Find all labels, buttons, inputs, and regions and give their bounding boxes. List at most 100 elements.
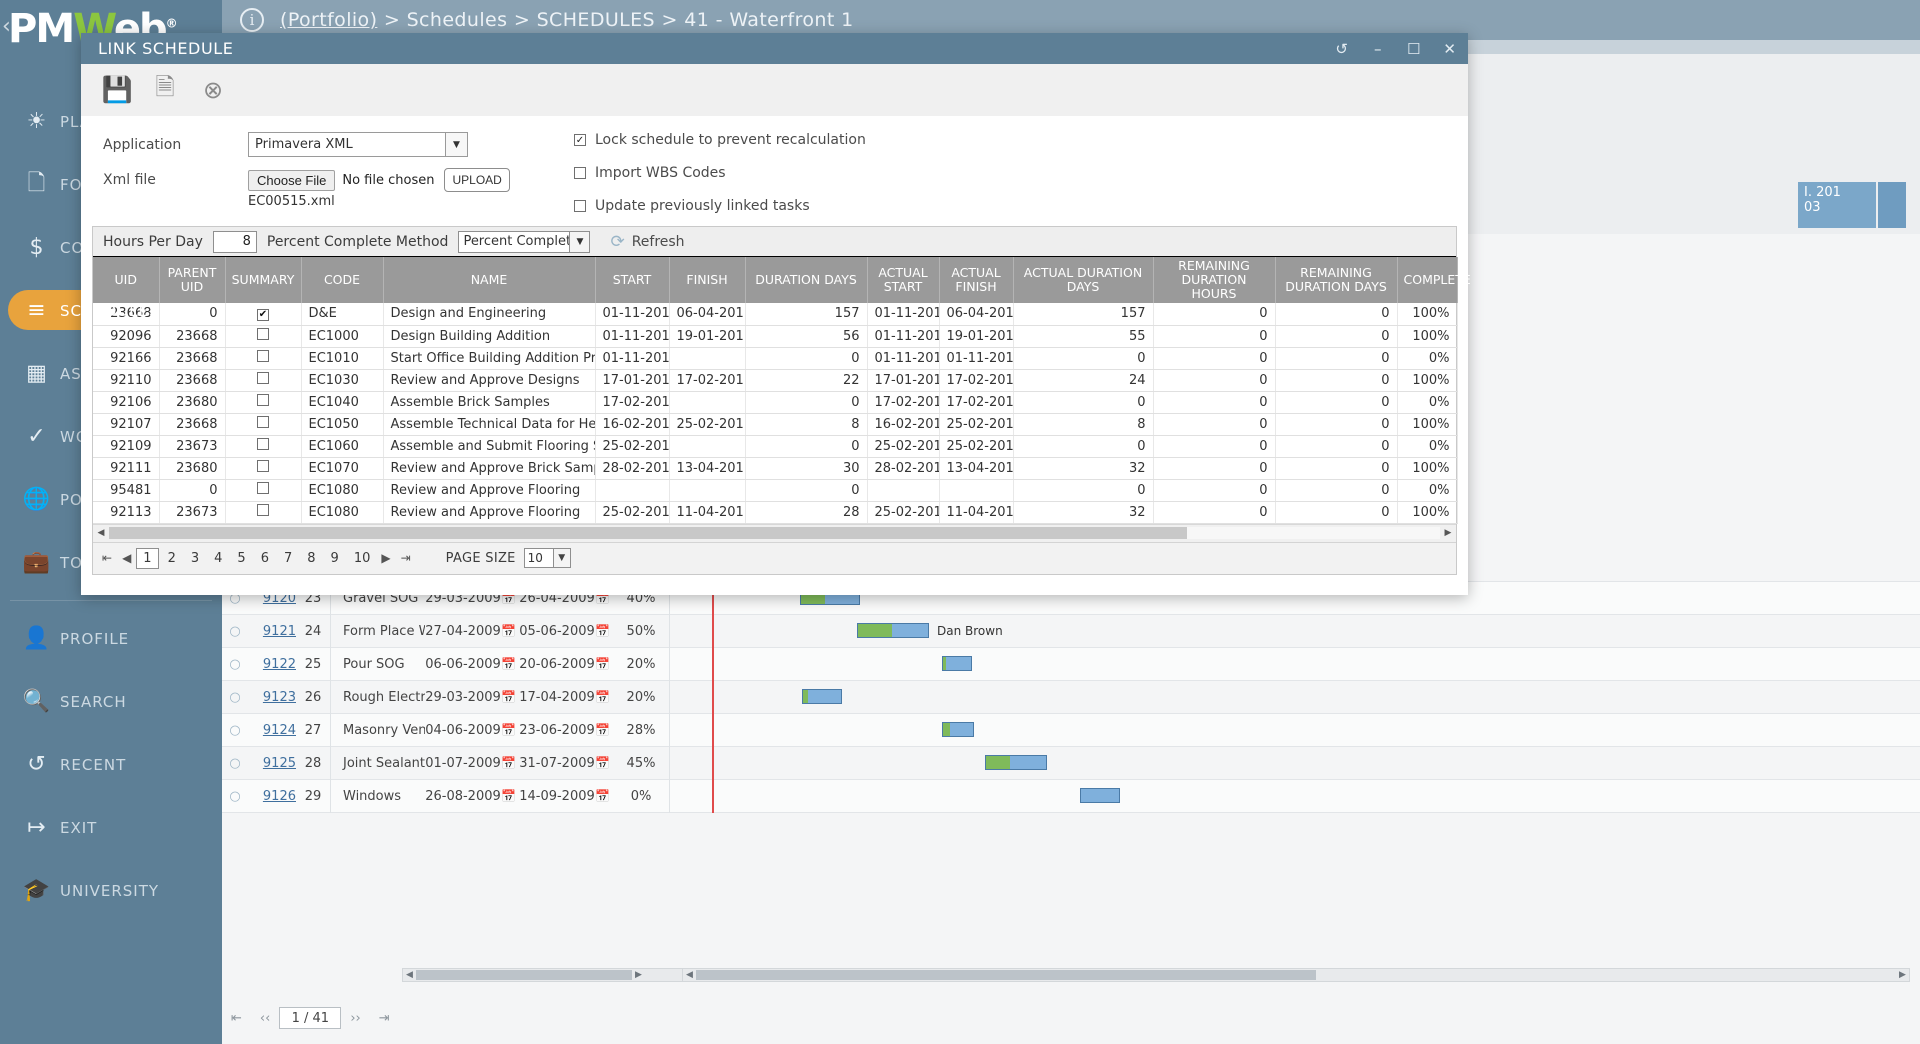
- row-status-icon[interactable]: ○: [222, 657, 248, 672]
- maximize-icon[interactable]: ☐: [1396, 33, 1432, 64]
- calendar-icon[interactable]: 📅: [595, 624, 613, 638]
- chevron-down-icon[interactable]: ▼: [553, 548, 571, 568]
- upload-button[interactable]: UPLOAD: [444, 168, 509, 192]
- row-id-link[interactable]: 9122: [248, 657, 296, 672]
- gantt-bar[interactable]: [857, 623, 929, 638]
- list-item[interactable]: ○912427Masonry Ven04-06-2009📅23-06-2009📅…: [222, 714, 1920, 747]
- row-summary-checkbox[interactable]: [225, 325, 301, 347]
- list-item[interactable]: ○912326Rough Electri29-03-2009📅17-04-200…: [222, 681, 1920, 714]
- table-row[interactable]: 954810EC1080Review and Approve Flooring0…: [93, 479, 1457, 501]
- export-icon[interactable]: 🗎: [151, 76, 179, 104]
- chevron-down-icon[interactable]: ▼: [569, 231, 590, 253]
- col-actual-duration-days[interactable]: ACTUAL DURATION DAYS: [1013, 257, 1153, 303]
- summary-checkbox[interactable]: [257, 394, 269, 406]
- row-status-icon[interactable]: ○: [222, 624, 248, 639]
- summary-checkbox[interactable]: [257, 460, 269, 472]
- col-start[interactable]: START: [595, 257, 669, 303]
- calendar-icon[interactable]: 📅: [501, 756, 519, 770]
- import-wbs-checkbox-row[interactable]: Import WBS Codes: [574, 165, 866, 181]
- row-summary-checkbox[interactable]: [225, 479, 301, 501]
- summary-checkbox[interactable]: [257, 438, 269, 450]
- update-linked-checkbox[interactable]: [574, 200, 586, 212]
- import-wbs-checkbox[interactable]: [574, 167, 586, 179]
- scroll-left-icon[interactable]: ◀: [403, 970, 416, 980]
- summary-checkbox[interactable]: ✔: [257, 309, 269, 321]
- first-page-icon[interactable]: ⇤: [222, 1011, 251, 1026]
- gantt-bar[interactable]: [985, 755, 1047, 770]
- row-summary-checkbox[interactable]: [225, 413, 301, 435]
- col-name[interactable]: NAME: [383, 257, 595, 303]
- page-number-5[interactable]: 5: [231, 549, 251, 568]
- page-number-7[interactable]: 7: [278, 549, 298, 568]
- next-page-icon[interactable]: ▶: [376, 551, 395, 565]
- summary-checkbox[interactable]: [257, 328, 269, 340]
- first-page-icon[interactable]: ⇤: [97, 551, 117, 565]
- table-row[interactable]: 236680✔D&EDesign and Engineering01-11-20…: [93, 303, 1457, 325]
- row-summary-checkbox[interactable]: [225, 369, 301, 391]
- col-summary[interactable]: SUMMARY: [225, 257, 301, 303]
- row-summary-checkbox[interactable]: [225, 391, 301, 413]
- calendar-icon[interactable]: 📅: [595, 789, 613, 803]
- last-page-icon[interactable]: ⇥: [396, 551, 416, 565]
- list-item[interactable]: ○912528Joint Sealant01-07-2009📅31-07-200…: [222, 747, 1920, 780]
- page-number-9[interactable]: 9: [325, 549, 345, 568]
- row-id-link[interactable]: 9126: [248, 789, 296, 804]
- table-row[interactable]: 9209623668EC1000Design Building Addition…: [93, 325, 1457, 347]
- scroll-left-icon[interactable]: ◀: [683, 970, 696, 980]
- last-page-icon[interactable]: ⇥: [370, 1011, 399, 1026]
- sidebar-item-search[interactable]: 🔍 SEARCH: [0, 670, 222, 733]
- scroll-left-icon[interactable]: ◀: [93, 528, 109, 538]
- prev-page-icon[interactable]: ‹‹: [251, 1011, 279, 1026]
- list-item[interactable]: ○912124Form Place W27-04-2009📅05-06-2009…: [222, 615, 1920, 648]
- left-grid-hscrollbar[interactable]: ◀ ▶: [402, 968, 692, 982]
- page-number-10[interactable]: 10: [348, 549, 377, 568]
- gantt-bar[interactable]: [942, 722, 974, 737]
- list-item[interactable]: ○912225Pour SOG06-06-2009📅20-06-2009📅20%: [222, 648, 1920, 681]
- list-item[interactable]: ○912629Windows26-08-2009📅14-09-2009📅0%: [222, 780, 1920, 813]
- application-select[interactable]: Primavera XML ▼: [248, 132, 468, 157]
- calendar-icon[interactable]: 📅: [501, 657, 519, 671]
- table-row[interactable]: 9216623668EC1010Start Office Building Ad…: [93, 347, 1457, 369]
- row-summary-checkbox[interactable]: [225, 501, 301, 523]
- restore-size-icon[interactable]: ↺: [1324, 33, 1360, 64]
- next-page-icon[interactable]: ››: [341, 1011, 369, 1026]
- table-row[interactable]: 9210723668EC1050Assemble Technical Data …: [93, 413, 1457, 435]
- row-summary-checkbox[interactable]: [225, 457, 301, 479]
- cancel-icon[interactable]: ⊗: [199, 76, 227, 104]
- lock-schedule-checkbox[interactable]: ✓: [574, 134, 586, 146]
- close-icon[interactable]: ✕: [1432, 33, 1468, 64]
- page-size-value[interactable]: 10: [524, 548, 554, 568]
- page-number-8[interactable]: 8: [301, 549, 321, 568]
- sidebar-item-university[interactable]: 🎓 UNIVERSITY: [0, 859, 222, 922]
- scroll-right-icon[interactable]: ▶: [632, 970, 645, 980]
- page-number-6[interactable]: 6: [255, 549, 275, 568]
- row-id-link[interactable]: 9123: [248, 690, 296, 705]
- gantt-bar[interactable]: [942, 656, 972, 671]
- row-status-icon[interactable]: ○: [222, 723, 248, 738]
- col-code[interactable]: CODE: [301, 257, 383, 303]
- col-actual-finish[interactable]: ACTUAL FINISH: [939, 257, 1013, 303]
- calendar-icon[interactable]: 📅: [595, 756, 613, 770]
- sidebar-item-exit[interactable]: ↦ EXIT: [0, 796, 222, 859]
- page-number-2[interactable]: 2: [162, 549, 182, 568]
- col-finish[interactable]: FINISH: [669, 257, 745, 303]
- row-summary-checkbox[interactable]: ✔: [225, 303, 301, 325]
- row-id-link[interactable]: 9124: [248, 723, 296, 738]
- chevron-down-icon[interactable]: ▼: [445, 133, 467, 156]
- page-number-4[interactable]: 4: [208, 549, 228, 568]
- table-row[interactable]: 9210923673EC1060Assemble and Submit Floo…: [93, 435, 1457, 457]
- lock-schedule-checkbox-row[interactable]: ✓ Lock schedule to prevent recalculation: [574, 132, 866, 148]
- col-duration-days[interactable]: DURATION DAYS: [745, 257, 867, 303]
- col-actual-start[interactable]: ACTUAL START: [867, 257, 939, 303]
- row-id-link[interactable]: 9121: [248, 624, 296, 639]
- calendar-icon[interactable]: 📅: [501, 690, 519, 704]
- row-status-icon[interactable]: ○: [222, 756, 248, 771]
- col-remaining-duration-hours[interactable]: REMAINING DURATION HOURS: [1153, 257, 1275, 303]
- prev-page-icon[interactable]: ◀: [117, 551, 136, 565]
- col-remaining-duration-days[interactable]: REMAINING DURATION DAYS: [1275, 257, 1397, 303]
- refresh-button[interactable]: ⟳ Refresh: [610, 232, 684, 252]
- table-row[interactable]: 9210623680EC1040Assemble Brick Samples17…: [93, 391, 1457, 413]
- row-status-icon[interactable]: ○: [222, 789, 248, 804]
- row-status-icon[interactable]: ○: [222, 690, 248, 705]
- calendar-icon[interactable]: 📅: [501, 789, 519, 803]
